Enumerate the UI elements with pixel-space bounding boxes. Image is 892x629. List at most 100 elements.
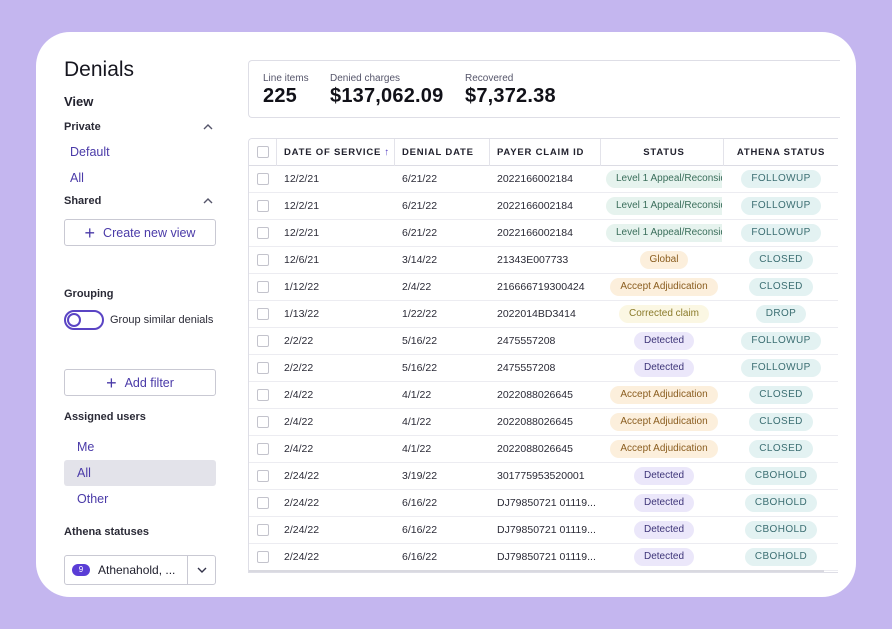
cell-athena-status: FOLLOWUP (723, 355, 838, 382)
cell-athena-status: CLOSED (723, 274, 838, 301)
chevron-down-icon[interactable] (196, 564, 208, 576)
cell-athena-status: FOLLOWUP (723, 166, 838, 193)
create-view-label: Create new view (103, 225, 196, 240)
athena-status-select[interactable]: 9 Athenahold, ... (64, 555, 216, 585)
cell-status: Accept Adjudication (606, 436, 722, 463)
column-header-athena-status[interactable]: ATHENA STATUS (723, 139, 838, 166)
shared-section-toggle[interactable]: Shared (64, 195, 214, 207)
private-section-toggle[interactable]: Private (64, 121, 214, 133)
chevron-up-icon (203, 198, 213, 204)
column-header-denial-date[interactable]: DENIAL DATE (402, 139, 474, 166)
group-similar-toggle[interactable] (64, 310, 104, 330)
table-row[interactable]: 12/6/21 3/14/22 21343E007733 Global CLOSED (249, 247, 838, 274)
status-badge: Level 1 Appeal/Reconsideration (606, 170, 722, 188)
assigned-user-me[interactable]: Me (64, 434, 216, 460)
table-row[interactable]: 2/2/22 5/16/22 2475557208 Detected FOLLOWUP (249, 328, 838, 355)
add-filter-label: Add filter (124, 375, 174, 390)
cell-payer-claim-id: 21343E007733 (497, 254, 569, 266)
row-checkbox[interactable] (257, 173, 269, 185)
row-checkbox[interactable] (257, 551, 269, 563)
cell-date-of-service: 12/6/21 (284, 254, 320, 266)
add-filter-button[interactable]: + Add filter (64, 369, 216, 396)
shared-label: Shared (64, 195, 102, 207)
table-row[interactable]: 2/24/22 6/16/22 DJ79850721 01119... Detecte… (249, 517, 838, 544)
cell-denial-date: 1/22/22 (402, 308, 438, 320)
status-badge: Level 1 Appeal/Reconsideration (606, 197, 722, 215)
athena-status-badge: CLOSED (749, 413, 813, 431)
cell-athena-status: FOLLOWUP (723, 328, 838, 355)
row-checkbox[interactable] (257, 362, 269, 374)
table-row[interactable]: 2/24/22 6/16/22 DJ79850721 01119... Detecte… (249, 544, 838, 571)
row-checkbox[interactable] (257, 524, 269, 536)
cell-date-of-service: 2/24/22 (284, 497, 320, 509)
cell-date-of-service: 2/2/22 (284, 362, 314, 374)
cell-date-of-service: 12/2/21 (284, 200, 320, 212)
status-badge: Detected (633, 494, 695, 512)
athena-status-badge: FOLLOWUP (741, 359, 821, 377)
row-checkbox[interactable] (257, 281, 269, 293)
cell-status: Corrected claim (606, 301, 722, 328)
horizontal-scrollbar[interactable] (249, 570, 824, 572)
sidebar: Denials View Private Default All Shared … (64, 32, 224, 597)
table-row[interactable]: 12/2/21 6/21/22 2022166002184 Level 1 Appea… (249, 193, 838, 220)
table-row[interactable]: 12/2/21 6/21/22 2022166002184 Level 1 Appea… (249, 166, 838, 193)
table-row[interactable]: 1/13/22 1/22/22 2022014BD3414 Corrected cla… (249, 301, 838, 328)
table-row[interactable]: 2/4/22 4/1/22 2022088026645 Accept Adjudica… (249, 409, 838, 436)
row-checkbox[interactable] (257, 200, 269, 212)
athena-status-badge: DROP (755, 305, 807, 323)
row-checkbox[interactable] (257, 416, 269, 428)
row-checkbox[interactable] (257, 335, 269, 347)
table-row[interactable]: 1/12/22 2/4/22 216666719300424 Accept Adjud… (249, 274, 838, 301)
column-header-date-of-service[interactable]: DATE OF SERVICE ↑ (284, 139, 390, 166)
table-row[interactable]: 2/2/22 5/16/22 2475557208 Detected FOLLOWUP (249, 355, 838, 382)
status-badge: Accept Adjudication (610, 440, 718, 458)
stat-label: Denied charges (330, 73, 401, 84)
status-badge: Detected (633, 359, 695, 377)
cell-denial-date: 2/4/22 (402, 281, 432, 293)
cell-date-of-service: 2/4/22 (284, 443, 314, 455)
column-header-status[interactable]: STATUS (606, 139, 722, 166)
status-badge: Detected (633, 548, 695, 566)
cell-status: Accept Adjudication (606, 274, 722, 301)
assigned-user-other[interactable]: Other (64, 486, 216, 512)
table-row[interactable]: 2/4/22 4/1/22 2022088026645 Accept Adjudica… (249, 382, 838, 409)
row-checkbox[interactable] (257, 308, 269, 320)
assigned-users-label: Assigned users (64, 411, 146, 423)
assigned-user-all[interactable]: All (64, 460, 216, 486)
table-row[interactable]: 2/4/22 4/1/22 2022088026645 Accept Adjudica… (249, 436, 838, 463)
status-badge: Detected (633, 467, 695, 485)
create-view-button[interactable]: + Create new view (64, 219, 216, 246)
select-all-checkbox[interactable] (257, 146, 269, 158)
cell-status: Accept Adjudication (606, 382, 722, 409)
private-label: Private (64, 121, 101, 133)
status-badge: Corrected claim (618, 305, 710, 323)
table-row[interactable]: 2/24/22 3/19/22 301775953520001 Detected CBO… (249, 463, 838, 490)
row-checkbox[interactable] (257, 254, 269, 266)
cell-payer-claim-id: 2022166002184 (497, 173, 573, 185)
table-row[interactable]: 12/2/21 6/21/22 2022166002184 Level 1 Appea… (249, 220, 838, 247)
athena-status-badge: CBOHOLD (744, 494, 818, 512)
row-checkbox[interactable] (257, 443, 269, 455)
view-item-all[interactable]: All (70, 171, 84, 185)
stat-line-items: Line items 225 (263, 73, 309, 108)
column-header-payer-claim-id[interactable]: PAYER CLAIM ID (497, 139, 584, 166)
cell-date-of-service: 2/24/22 (284, 470, 320, 482)
row-checkbox[interactable] (257, 389, 269, 401)
row-checkbox[interactable] (257, 470, 269, 482)
row-checkbox[interactable] (257, 497, 269, 509)
cell-payer-claim-id: 2475557208 (497, 335, 556, 347)
row-checkbox[interactable] (257, 227, 269, 239)
stat-label: Recovered (465, 73, 514, 84)
cell-payer-claim-id: 2022166002184 (497, 200, 573, 212)
stat-label: Line items (263, 73, 309, 84)
athena-status-badge: CBOHOLD (744, 467, 818, 485)
grouping-label: Grouping (64, 288, 114, 300)
table-row[interactable]: 2/24/22 6/16/22 DJ79850721 01119... Detecte… (249, 490, 838, 517)
status-badge: Global (639, 251, 689, 269)
cell-date-of-service: 2/4/22 (284, 389, 314, 401)
cell-payer-claim-id: DJ79850721 01119... (497, 524, 596, 536)
cell-date-of-service: 1/13/22 (284, 308, 320, 320)
cell-denial-date: 6/21/22 (402, 200, 438, 212)
athena-select-value: Athenahold, ... (98, 563, 176, 577)
view-item-default[interactable]: Default (70, 145, 110, 159)
